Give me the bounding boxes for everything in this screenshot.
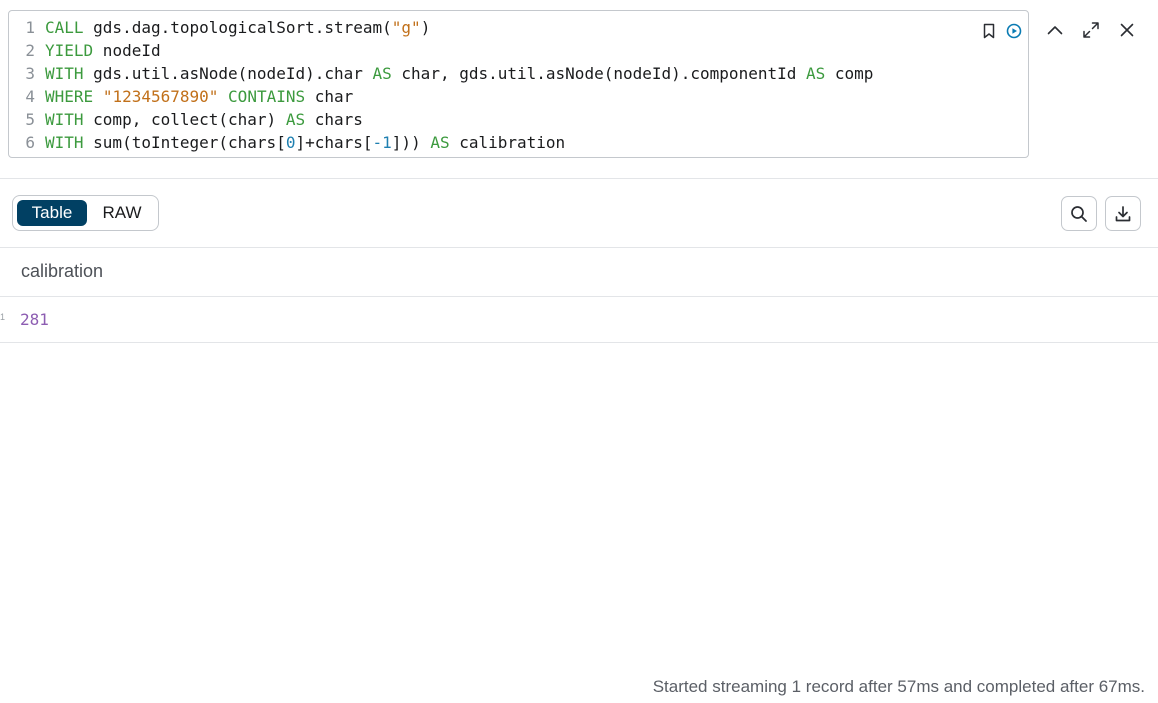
code-text: WITH gds.util.asNode(nodeId).char AS cha… — [45, 62, 873, 85]
code-token-num: -1 — [372, 133, 392, 152]
run-icon[interactable] — [1005, 22, 1023, 40]
line-number: 1 — [25, 18, 35, 37]
code-token-kw: AS — [430, 133, 450, 152]
code-line[interactable]: 2 YIELD nodeId — [9, 39, 873, 62]
code-token-kw: WHERE — [45, 87, 94, 106]
code-token-plain: calibration — [449, 133, 566, 152]
line-number: 4 — [25, 87, 35, 106]
row-divider — [0, 342, 1158, 343]
code-text: WITH sum(toInteger(chars[0]+chars[-1])) … — [45, 131, 565, 154]
expand-icon[interactable] — [1080, 19, 1102, 41]
code-token-kw: AS — [806, 64, 826, 83]
code-token-kw: CALL — [45, 18, 84, 37]
code-token-plain: gds.util.asNode(nodeId).char — [83, 64, 373, 83]
line-number: 3 — [25, 64, 35, 83]
code-token-plain: char — [305, 87, 354, 106]
search-icon — [1070, 205, 1088, 223]
code-line[interactable]: 4 WHERE "1234567890" CONTAINS char — [9, 85, 873, 108]
view-toggle: Table RAW — [12, 195, 159, 231]
tab-raw[interactable]: RAW — [93, 200, 151, 226]
tab-table[interactable]: Table — [17, 200, 87, 226]
collapse-icon[interactable] — [1044, 19, 1066, 41]
code-token-plain: gds.dag.topologicalSort.stream( — [83, 18, 392, 37]
line-number: 5 — [25, 110, 35, 129]
code-token-kw: AS — [285, 110, 306, 129]
code-token-kw: CONTAINS — [228, 87, 306, 106]
code-line[interactable]: 6 WITH sum(toInteger(chars[0]+chars[-1]))… — [9, 131, 873, 154]
line-number: 2 — [25, 41, 35, 60]
row-index: 1 — [0, 312, 6, 322]
code-token-plain: ]+chars[ — [295, 133, 373, 152]
code-token-plain: chars — [305, 110, 363, 129]
result-cell[interactable]: 281 — [20, 310, 49, 329]
code-token-plain: ) — [420, 18, 431, 37]
header-divider — [0, 296, 1158, 297]
bookmark-icon[interactable] — [980, 22, 998, 40]
line-number: 6 — [25, 133, 35, 152]
code-token-str: "g" — [391, 18, 421, 37]
frame-divider — [0, 178, 1158, 179]
code-text: WITH comp, collect(char) AS chars — [45, 108, 363, 131]
code-lines[interactable]: 1 CALL gds.dag.topologicalSort.stream("g"… — [9, 16, 873, 154]
code-token-kw: WITH — [45, 110, 84, 129]
table-top-divider — [0, 247, 1158, 248]
code-token-plain: comp — [825, 64, 874, 83]
code-token-plain: nodeId — [93, 41, 161, 60]
download-button[interactable] — [1105, 196, 1141, 231]
download-icon — [1114, 205, 1132, 223]
close-icon[interactable] — [1116, 19, 1138, 41]
status-message: Started streaming 1 record after 57ms an… — [652, 677, 1145, 696]
code-token-str: "1234567890" — [102, 87, 219, 106]
code-token-kw: YIELD — [45, 41, 94, 60]
code-line[interactable]: 5 WITH comp, collect(char) AS chars — [9, 108, 873, 131]
code-token-kw: WITH — [45, 64, 84, 83]
code-text: CALL gds.dag.topologicalSort.stream("g") — [45, 16, 430, 39]
code-token-plain: sum(toInteger(chars[ — [83, 133, 286, 152]
code-token-plain: ])) — [391, 133, 431, 152]
code-token-plain: comp, collect(char) — [83, 110, 286, 129]
code-text: YIELD nodeId — [45, 39, 161, 62]
query-editor[interactable]: 1 CALL gds.dag.topologicalSort.stream("g"… — [8, 10, 1029, 158]
code-text: WHERE "1234567890" CONTAINS char — [45, 85, 353, 108]
code-line[interactable]: 1 CALL gds.dag.topologicalSort.stream("g"… — [9, 16, 873, 39]
column-header-calibration: calibration — [21, 261, 104, 281]
code-line[interactable]: 3 WITH gds.util.asNode(nodeId).char AS ch… — [9, 62, 873, 85]
code-token-kw: AS — [372, 64, 392, 83]
code-token-plain: char, gds.util.asNode(nodeId).componentI… — [391, 64, 806, 83]
code-token-kw: WITH — [45, 133, 84, 152]
search-button[interactable] — [1061, 196, 1097, 231]
